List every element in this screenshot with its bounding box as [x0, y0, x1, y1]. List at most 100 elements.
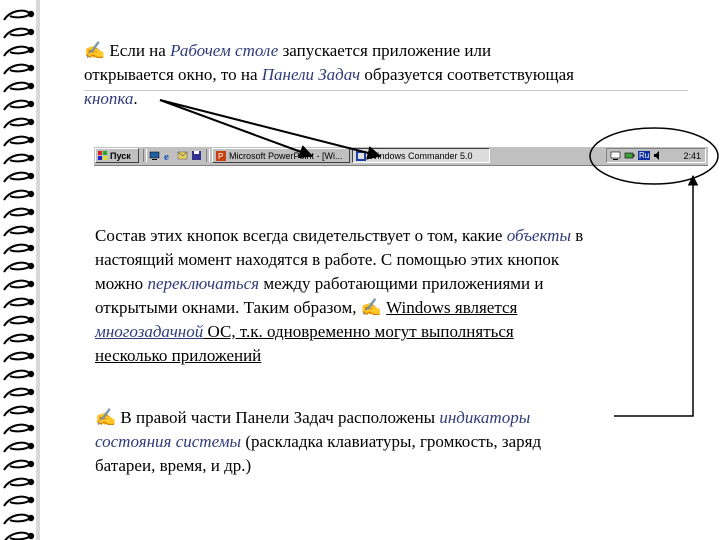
outlook-icon[interactable] — [177, 150, 188, 161]
paragraph2-text-1: Состав этих кнопок всегда свидетельствуе… — [95, 226, 507, 245]
spiral-ring — [3, 9, 31, 21]
spiral-ring — [3, 189, 31, 201]
binding-hole — [27, 370, 35, 378]
binding-hole — [27, 46, 35, 54]
paragraph-tray-indicators: ✍ В правой части Панели Задач расположен… — [95, 406, 695, 478]
taskbar-button-powerpoint[interactable]: P Microsoft PowerPoint - [Wi... — [212, 148, 350, 163]
taskbar-button-label: Windows Commander 5.0 — [369, 150, 473, 161]
binding-hole — [27, 352, 35, 360]
spiral-ring — [3, 315, 31, 327]
paragraph1-text-2: запускается приложение или — [278, 41, 492, 60]
term-multitasking: многозадачной — [95, 322, 204, 341]
system-tray: Ru 2:41 — [606, 148, 706, 163]
paragraph2-text-4: можно — [95, 274, 148, 293]
term-desktop: Рабочем столе — [170, 41, 279, 60]
binding-hole — [27, 280, 35, 288]
binding-hole — [27, 190, 35, 198]
binding-hole — [27, 442, 35, 450]
taskbar-separator — [143, 149, 147, 162]
start-button[interactable]: Пуск — [95, 148, 139, 163]
spiral-ring — [3, 243, 31, 255]
spiral-ring — [3, 297, 31, 309]
spiral-ring — [3, 423, 31, 435]
binding-hole — [27, 82, 35, 90]
divider-line — [84, 90, 688, 91]
spiral-ring — [3, 459, 31, 471]
clock[interactable]: 2:41 — [683, 151, 705, 161]
binding-hole — [27, 244, 35, 252]
binding-hole — [27, 424, 35, 432]
paragraph2-text-5: между работающими приложениями и — [259, 274, 544, 293]
spiral-ring — [3, 117, 31, 129]
desktop-icon[interactable] — [149, 150, 160, 161]
paragraph2-text-7: Windows является — [386, 298, 518, 317]
binding-hole — [27, 118, 35, 126]
spiral-ring — [3, 513, 31, 525]
spiral-ring — [3, 351, 31, 363]
term-objects: объекты — [506, 226, 571, 245]
paragraph3-text-1: ✍ В правой части Панели Задач расположен… — [95, 408, 440, 427]
binding-hole — [27, 316, 35, 324]
network-icon[interactable] — [610, 150, 621, 161]
binding-hole — [27, 514, 35, 522]
binding-hole — [27, 136, 35, 144]
binding-hole — [27, 262, 35, 270]
spiral-ring — [3, 99, 31, 111]
paragraph2-text-6: открытыми окнами. Таким образом, ✍ — [95, 298, 387, 317]
start-button-label: Пуск — [110, 150, 131, 161]
paragraph2-text-9: несколько приложений — [95, 346, 262, 365]
keyboard-layout-indicator[interactable]: Ru — [638, 151, 651, 160]
binding-hole — [27, 64, 35, 72]
taskbar-button-label: Microsoft PowerPoint - [Wi... — [229, 150, 343, 161]
binding-hole — [27, 154, 35, 162]
binding-hole — [27, 28, 35, 36]
spiral-ring — [3, 171, 31, 183]
spiral-ring — [3, 27, 31, 39]
spiral-ring — [3, 495, 31, 507]
windows-logo-icon — [98, 150, 107, 160]
spiral-ring — [3, 405, 31, 417]
svg-text:e: e — [164, 151, 169, 161]
term-button: кнопка — [84, 89, 134, 108]
spiral-ring — [3, 207, 31, 219]
spiral-ring — [3, 333, 31, 345]
binding-hole — [27, 532, 35, 540]
binding-hole — [27, 406, 35, 414]
binding-hole — [27, 100, 35, 108]
spiral-ring — [3, 45, 31, 57]
paragraph3-text-3: батареи, время, и др.) — [95, 456, 252, 475]
term-switch: переключаться — [147, 274, 260, 293]
paragraph3-text-2: (раскладка клавиатуры, громкость, заряд — [241, 432, 542, 451]
paragraph1-text-4: образуется соответствующая — [360, 65, 574, 84]
paragraph2-text-2: в — [570, 226, 584, 245]
binding-hole — [27, 172, 35, 180]
spiral-ring — [3, 225, 31, 237]
binding-hole — [27, 496, 35, 504]
spiral-ring — [3, 135, 31, 147]
paragraph1-text-5: . — [133, 89, 138, 108]
powerpoint-icon: P — [216, 150, 226, 161]
binding-hole — [27, 298, 35, 306]
spiral-ring — [3, 369, 31, 381]
spiral-ring — [3, 153, 31, 165]
internet-explorer-icon[interactable]: e — [163, 150, 174, 161]
battery-icon[interactable] — [624, 150, 635, 161]
save-disk-icon[interactable] — [191, 150, 202, 161]
page-edge-shadow — [36, 0, 40, 540]
paragraph2-text-3: настоящий момент находятся в работе. С п… — [95, 250, 560, 269]
spiral-ring — [3, 441, 31, 453]
paragraph1-text-3: открывается окно, то на — [84, 65, 262, 84]
spiral-ring — [3, 387, 31, 399]
binding-hole — [27, 334, 35, 342]
binding-hole — [27, 388, 35, 396]
spiral-ring — [3, 477, 31, 489]
svg-text:P: P — [218, 152, 223, 161]
spiral-ring — [3, 261, 31, 273]
paragraph-taskbar-buttons: ✍ Если на Рабочем столе запускается прил… — [84, 39, 694, 111]
spiral-ring — [3, 63, 31, 75]
spiral-binding — [0, 0, 36, 540]
spiral-ring — [3, 81, 31, 93]
volume-icon[interactable] — [653, 150, 664, 161]
taskbar-button-windows-commander[interactable]: Windows Commander 5.0 — [352, 148, 490, 163]
binding-hole — [27, 208, 35, 216]
